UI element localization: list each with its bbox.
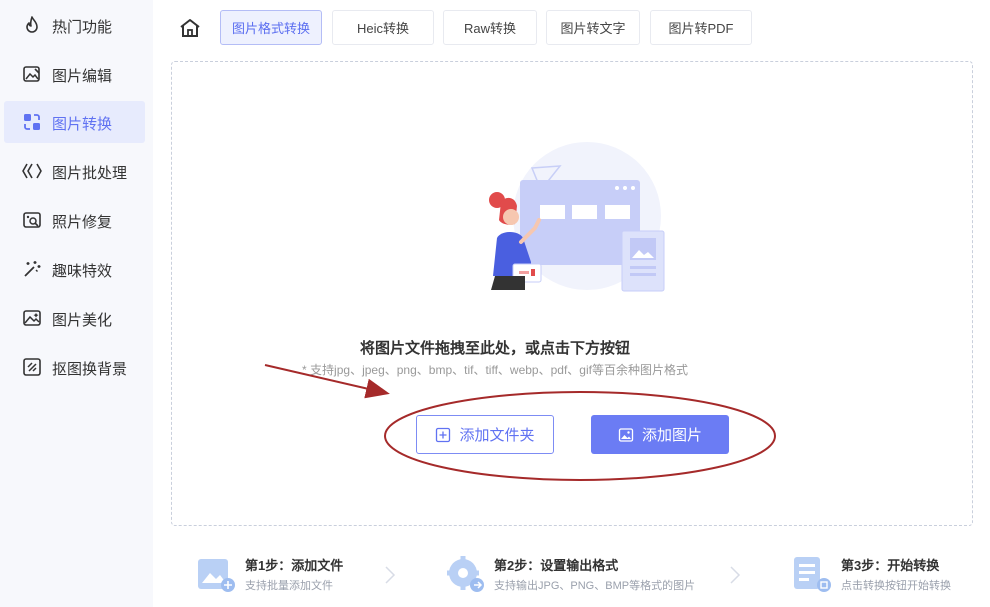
tab-heic-convert[interactable]: Heic转换	[332, 10, 434, 45]
sidebar-item-label: 图片编辑	[52, 68, 113, 85]
magic-wand-icon	[24, 261, 41, 277]
sidebar-item-photo-repair[interactable]: 照片修复	[4, 199, 145, 241]
image-edit-icon	[23, 66, 40, 82]
step-1-desc: 支持批量添加文件	[245, 580, 333, 592]
sidebar-item-batch-process[interactable]: 图片批处理	[4, 150, 145, 192]
add-file-step-icon	[198, 559, 235, 592]
image-icon	[618, 427, 634, 442]
sidebar-item-label: 照片修复	[52, 214, 113, 231]
tab-image-format-convert[interactable]: 图片格式转换	[220, 10, 322, 45]
batch-process-icon	[22, 163, 42, 179]
drop-zone-title: 将图片文件拖拽至此处，或点击下方按钮	[359, 340, 630, 357]
step-2-desc: 支持输出JPG、PNG、BMP等格式的图片	[494, 580, 696, 592]
sidebar-item-fun-effects[interactable]: 趣味特效	[4, 248, 145, 290]
sidebar: 热门功能 图片编辑 图片转换 图片批处理 照片修复 趣味特效 图片美化 抠图换背…	[0, 0, 153, 607]
add-folder-icon	[436, 427, 451, 442]
tab-image-to-text[interactable]: 图片转文字	[546, 10, 640, 45]
flame-icon	[26, 16, 38, 33]
sidebar-item-label: 图片转换	[52, 116, 113, 133]
chevron-right-icon	[385, 566, 396, 584]
chevron-right-icon	[730, 566, 741, 584]
step-3-desc: 点击转换按钮开始转换	[841, 580, 951, 592]
settings-step-icon	[447, 556, 484, 592]
add-folder-label: 添加文件夹	[459, 427, 535, 444]
add-image-button[interactable]: 添加图片	[591, 415, 729, 454]
sidebar-item-image-edit[interactable]: 图片编辑	[4, 53, 145, 95]
sidebar-item-label: 图片美化	[52, 312, 113, 329]
sidebar-item-hot-features[interactable]: 热门功能	[4, 4, 145, 46]
add-folder-button[interactable]: 添加文件夹	[416, 415, 554, 454]
step-3-title: 第3步：开始转换	[841, 558, 940, 573]
supported-formats-hint: * 支持jpg、jpeg、png、bmp、tif、tiff、webp、pdf、g…	[302, 363, 688, 377]
sidebar-item-label: 图片批处理	[52, 165, 128, 182]
add-image-label: 添加图片	[641, 427, 702, 444]
home-icon[interactable]	[178, 16, 202, 40]
image-beautify-icon	[23, 310, 41, 326]
sidebar-item-image-beautify[interactable]: 图片美化	[4, 297, 145, 339]
step-2-title: 第2步：设置输出格式	[494, 558, 619, 573]
image-convert-icon	[24, 114, 40, 130]
tab-raw-convert[interactable]: Raw转换	[443, 10, 537, 45]
tab-image-to-pdf[interactable]: 图片转PDF	[650, 10, 752, 45]
sidebar-item-image-convert[interactable]: 图片转换	[4, 101, 145, 143]
sidebar-item-label: 热门功能	[52, 19, 113, 36]
convert-step-icon	[794, 557, 831, 592]
photo-repair-icon	[23, 212, 41, 228]
upload-illustration	[489, 142, 665, 292]
step-1-title: 第1步：添加文件	[245, 558, 344, 573]
sidebar-item-label: 趣味特效	[52, 263, 113, 280]
